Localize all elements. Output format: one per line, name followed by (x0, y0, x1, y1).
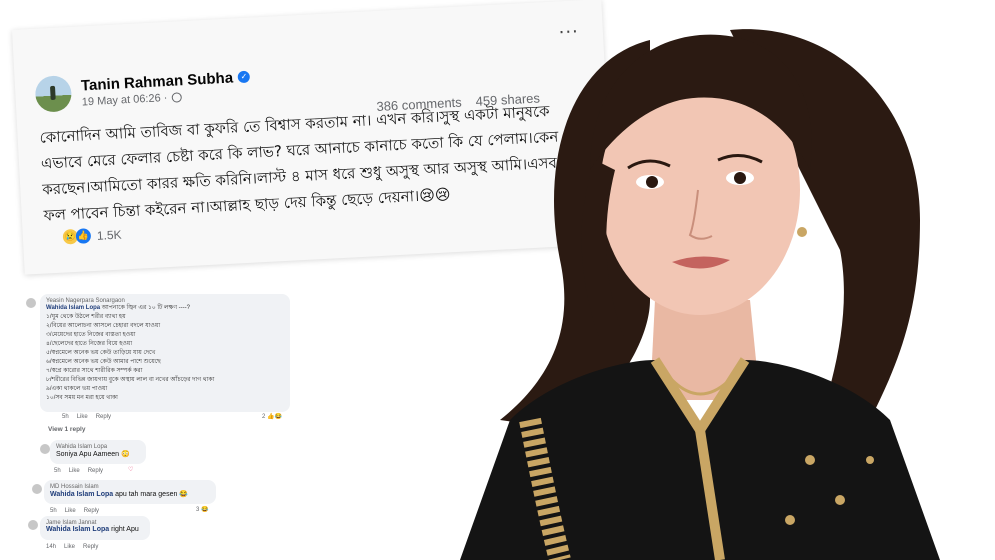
like-reaction-icon: 👍 (75, 228, 92, 244)
portrait-image (400, 0, 995, 560)
comment-line: ১০/সব সময় মন মরা হয়ে থাকা (46, 395, 118, 401)
reply-link[interactable]: Reply (83, 544, 98, 550)
reactions-summary[interactable]: 😢 👍 1.5K (62, 227, 122, 245)
reply-actions: 5h Like Reply (54, 468, 103, 474)
comment-tag[interactable]: Wahida Islam Lopa (46, 305, 100, 311)
reply-actions: 5h Like Reply (50, 508, 99, 514)
comment-line: ৮/শরীরের বিভিন্ন জায়গায় বুকে অস্থায় ল… (46, 377, 215, 383)
reply-text: apu tah mara gesen 😂 (115, 491, 189, 498)
post-header: Tanin Rahman Subha ✓ 19 May at 06:26 · (34, 66, 251, 113)
reply-bubble: Jame Islam Jannat Wahida Islam Lopa righ… (40, 516, 150, 540)
commenter-avatar[interactable] (26, 298, 36, 308)
like-link[interactable]: Like (69, 468, 80, 474)
comment-actions: 5h Like Reply (62, 414, 111, 420)
commenter-avatar[interactable] (28, 520, 38, 530)
reply-text: Soniya Apu Aameen 😳 (56, 451, 130, 458)
comment-line: ৩/মেয়েদের হাতে নিজের ব্যস্ততা হওয়া (46, 332, 136, 338)
commenter-avatar[interactable] (40, 444, 50, 454)
reply-link[interactable]: Reply (96, 414, 111, 420)
reply-bubble: Wahida Islam Lopa Soniya Apu Aameen 😳 (50, 440, 146, 464)
comment-line: ৬/স্বপ্নমেলে অনেক ভয় কেউ আমার পাশে শুয়… (46, 359, 161, 365)
reply-time: 5h (54, 468, 61, 474)
like-link[interactable]: Like (77, 414, 88, 420)
commenter-avatar[interactable] (32, 484, 42, 494)
comment-line: ১/ঘুম থেকে উঠলে শরীর ব্যাথা হয় (46, 314, 126, 320)
reply-reacts-count: 3 (196, 507, 200, 513)
reply-time: 14h (46, 544, 57, 550)
post-timestamp[interactable]: 19 May at 06:26 · (82, 91, 168, 107)
comment-intro: আপনাকে জ্বিন এর ১০ টি লক্ষণ ----? (101, 305, 191, 311)
reply-link[interactable]: Reply (88, 468, 103, 474)
reply-tag[interactable]: Wahida Islam Lopa (46, 526, 109, 533)
comment-line: ৪/ছেলেদের হাতে নিজের বিয়ে হওয়া (46, 341, 133, 347)
comment-line: ৯/একা থাকলে ভয় পাওয়া (46, 386, 108, 392)
comment-line: ৭/স্বপ্নে কারোর সাথে শারীরিক সম্পর্ক করা (46, 368, 143, 374)
globe-icon (171, 91, 182, 103)
comment-line: ২/বিয়ের আলোচনা আসলে চেহারা বদলে যাওয়া (46, 323, 161, 329)
author-block: Tanin Rahman Subha ✓ 19 May at 06:26 · (81, 68, 252, 108)
woman-portrait-illustration (460, 29, 940, 560)
view-replies-link[interactable]: View 1 reply (48, 426, 85, 433)
reply-link[interactable]: Reply (84, 508, 99, 514)
verified-badge-icon: ✓ (237, 70, 251, 84)
heart-react-icon[interactable]: ♡ (128, 466, 133, 473)
reply-time: 5h (50, 508, 57, 514)
comment-item: Yeasin Nagerpara Sonargaon Wahida Islam … (10, 294, 292, 434)
reply-reacts[interactable]: 3 😂 (196, 506, 208, 513)
reply-bubble: MD Hossain Islam Wahida Islam Lopa apu t… (44, 480, 216, 504)
reply-tag[interactable]: Wahida Islam Lopa (50, 491, 113, 498)
comment-reacts-count: 2 (262, 414, 266, 420)
comment-bubble: Yeasin Nagerpara Sonargaon Wahida Islam … (40, 294, 290, 412)
author-avatar[interactable] (34, 75, 73, 113)
reactions-count: 1.5K (96, 227, 122, 243)
reply-actions: 14h Like Reply (46, 544, 98, 550)
like-link[interactable]: Like (64, 544, 75, 550)
reply-text: right Apu (111, 526, 139, 533)
comment-reacts[interactable]: 2 👍😂 (262, 413, 282, 420)
comment-line: ৫/স্বপ্নমেলে অনেক ভয় কেউ তাড়িয়ে যায় … (46, 350, 156, 356)
comment-time: 5h (62, 414, 69, 420)
like-link[interactable]: Like (65, 508, 76, 514)
